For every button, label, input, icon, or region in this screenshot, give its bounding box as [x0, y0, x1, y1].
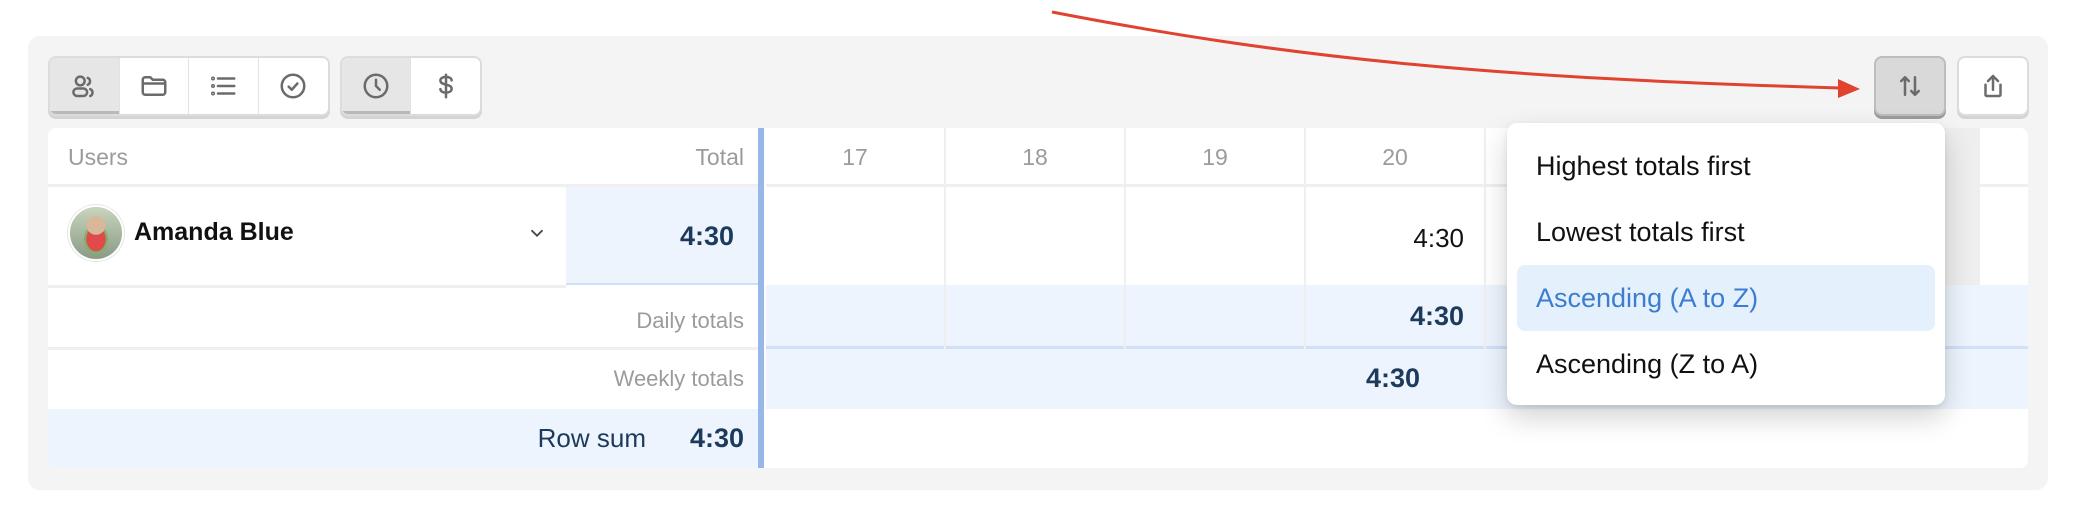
- mode-money-button[interactable]: [411, 58, 480, 114]
- mode-toggle-group: [340, 56, 482, 116]
- day-header: 20: [1382, 144, 1408, 170]
- sort-option-highest-totals[interactable]: Highest totals first: [1517, 133, 1935, 199]
- clock-icon: [363, 73, 389, 99]
- weekly-totals-label: Weekly totals: [613, 366, 744, 391]
- time-entry-value[interactable]: 4:30: [1413, 223, 1464, 254]
- view-toggle-group: [48, 56, 330, 116]
- daily-totals-label: Daily totals: [636, 308, 744, 333]
- expand-user-toggle[interactable]: [526, 222, 548, 244]
- view-tasks-button[interactable]: [258, 58, 328, 114]
- sort-arrows-icon: [1900, 76, 1920, 96]
- day-column-19: 19: [1126, 128, 1306, 349]
- users-column: Users Total 4:30 Daily totals Weekly tot…: [48, 128, 760, 468]
- check-circle-icon: [280, 73, 306, 99]
- users-icon: [72, 75, 94, 98]
- sort-menu: Highest totals first Lowest totals first…: [1507, 123, 1945, 405]
- view-projects-button[interactable]: [119, 58, 189, 114]
- export-button[interactable]: [1957, 56, 2029, 116]
- day-header: 17: [842, 144, 868, 170]
- sort-option-lowest-totals[interactable]: Lowest totals first: [1517, 199, 1935, 265]
- row-divider: [48, 285, 566, 288]
- row-sum-value: 4:30: [689, 423, 744, 453]
- weekly-total-value: 4:30: [1366, 363, 1421, 393]
- day-column-18: 18: [946, 128, 1126, 349]
- user-name[interactable]: Amanda Blue: [134, 218, 294, 247]
- list-icon: [211, 76, 236, 96]
- day-column-20: 20 4:30: [1306, 128, 1486, 349]
- day-header: 19: [1202, 144, 1228, 170]
- row-divider: [48, 347, 760, 350]
- folder-icon: [141, 76, 167, 96]
- avatar: [68, 205, 124, 261]
- frozen-column-divider[interactable]: [758, 128, 764, 468]
- chevron-down-icon: [530, 229, 544, 238]
- row-sum-row: Row sum 4:30: [48, 409, 760, 468]
- mode-time-button[interactable]: [342, 58, 411, 114]
- day-column-17: 17: [766, 128, 946, 349]
- user-total-cell: 4:30: [566, 187, 758, 285]
- sort-button[interactable]: [1874, 56, 1946, 116]
- sort-option-a-to-z[interactable]: Ascending (A to Z): [1517, 265, 1935, 331]
- user-total-value: 4:30: [679, 221, 734, 251]
- total-header: Total: [695, 144, 744, 170]
- view-list-button[interactable]: [189, 58, 259, 114]
- dollar-icon: [438, 73, 453, 99]
- row-sum-label: Row sum: [537, 423, 646, 453]
- day-header: 18: [1022, 144, 1048, 170]
- sort-option-z-to-a[interactable]: Ascending (Z to A): [1517, 331, 1935, 397]
- view-users-button[interactable]: [50, 58, 120, 114]
- users-header: Users: [68, 144, 129, 170]
- share-export-icon: [1984, 74, 2002, 98]
